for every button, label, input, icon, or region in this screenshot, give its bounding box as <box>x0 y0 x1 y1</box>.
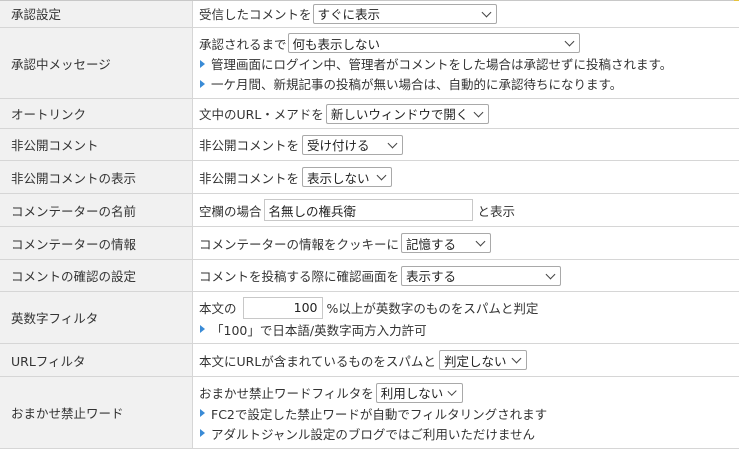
banned-words-select[interactable]: 利用しない <box>375 382 463 403</box>
chevron-down-icon <box>376 170 387 181</box>
row-commenter-name: コメンテーターの名前 空欄の場合 と表示 <box>0 194 739 227</box>
chevron-down-icon <box>481 7 491 17</box>
chevron-down-icon <box>511 353 522 364</box>
confirm-select[interactable]: 表示する <box>401 265 562 286</box>
row-private-comment: 非公開コメント 非公開コメントを 受け付ける <box>0 129 739 161</box>
row-label: コメンテーターの名前 <box>0 194 193 226</box>
row-label: 承認中メッセージ <box>0 28 193 98</box>
cookie-select[interactable]: 記憶する <box>401 233 492 253</box>
field-prefix: 本文にURLが含まれているものをスパムと <box>199 353 436 369</box>
chevron-down-icon <box>473 107 484 117</box>
row-comment-confirm: コメントの確認の設定 コメントを投稿する際に確認画面を 表示する <box>0 260 739 292</box>
field-prefix: 文中のURL・メアドを <box>199 107 324 122</box>
chevron-down-icon <box>447 386 458 396</box>
chevron-down-icon <box>545 269 556 279</box>
chevron-down-icon <box>387 138 398 148</box>
row-autolink: オートリンク 文中のURL・メアドを 新しいウィンドウで開く <box>0 99 739 129</box>
row-label: 非公開コメント <box>0 129 193 160</box>
row-label: オートリンク <box>0 99 193 128</box>
field-prefix: 承認されるまで <box>199 36 287 52</box>
field-prefix: 空欄の場合 <box>199 203 262 219</box>
row-label: 英数字フィルタ <box>0 292 193 343</box>
field-suffix: と表示 <box>477 203 516 219</box>
note-item: 一ケ月間、新規記事の投稿が無い場合は、自動的に承認待ちになります。 <box>199 74 739 93</box>
row-label: コメントの確認の設定 <box>0 260 193 291</box>
field-prefix: 非公開コメントを <box>199 138 300 153</box>
row-pending-message: 承認中メッセージ 承認されるまで 何も表示しない 管理画面にログイン中、管理者が… <box>0 28 739 99</box>
note-item: 管理画面にログイン中、管理者がコメントをした場合は承認せずに投稿されます。 <box>199 54 739 73</box>
field-suffix: %以上が英数字のものをスパムと判定 <box>326 301 539 316</box>
row-private-comment-display: 非公開コメントの表示 非公開コメントを 表示しない <box>0 161 739 194</box>
private-display-select[interactable]: 表示しない <box>302 167 393 187</box>
row-banned-words: おまかせ禁止ワード おまかせ禁止ワードフィルタを 利用しない FC2で設定した禁… <box>0 377 739 449</box>
row-approval-setting: 承認設定 受信したコメントを すぐに表示 <box>0 0 739 28</box>
row-label: 非公開コメントの表示 <box>0 161 193 193</box>
triangle-bullet-icon <box>200 325 205 333</box>
field-prefix: コメンテーターの情報をクッキーに <box>199 236 400 252</box>
note-item: アダルトジャンル設定のブログではご利用いただけません <box>199 424 739 443</box>
pending-message-select[interactable]: 何も表示しない <box>287 33 580 53</box>
alnum-percent-input[interactable] <box>242 296 323 319</box>
row-commenter-info: コメンテーターの情報 コメンテーターの情報をクッキーに 記憶する <box>0 227 739 260</box>
row-label: URLフィルタ <box>0 344 193 376</box>
row-alnum-filter: 英数字フィルタ 本文の %以上が英数字のものをスパムと判定 「100」で日本語/… <box>0 292 739 344</box>
row-url-filter: URLフィルタ 本文にURLが含まれているものをスパムと 判定しない <box>0 344 739 377</box>
triangle-bullet-icon <box>200 409 205 417</box>
field-prefix: 本文の <box>199 301 237 316</box>
comment-settings-table: 承認設定 受信したコメントを すぐに表示 承認中メッセージ 承認されるまで 何も… <box>0 0 739 449</box>
note-item: FC2で設定した禁止ワードが自動でフィルタリングされます <box>199 404 739 423</box>
field-prefix: コメントを投稿する際に確認画面を <box>199 269 400 284</box>
triangle-bullet-icon <box>200 429 205 437</box>
private-comment-select[interactable]: 受け付ける <box>302 134 404 155</box>
row-label: おまかせ禁止ワード <box>0 377 193 448</box>
chevron-down-icon <box>475 236 486 247</box>
row-label: コメンテーターの情報 <box>0 227 193 259</box>
default-name-input[interactable] <box>263 199 473 221</box>
note-item: 「100」で日本語/英数字両方入力許可 <box>199 320 739 339</box>
approval-select[interactable]: すぐに表示 <box>312 3 497 24</box>
chevron-down-icon <box>564 36 574 47</box>
triangle-bullet-icon <box>200 79 205 88</box>
row-label: 承認設定 <box>0 0 193 27</box>
field-prefix: 受信したコメントを <box>199 7 312 22</box>
autolink-select[interactable]: 新しいウィンドウで開く <box>325 103 489 124</box>
field-prefix: 非公開コメントを <box>199 170 300 186</box>
url-filter-select[interactable]: 判定しない <box>438 350 527 370</box>
field-prefix: おまかせ禁止ワードフィルタを <box>199 386 374 401</box>
triangle-bullet-icon <box>200 59 205 68</box>
